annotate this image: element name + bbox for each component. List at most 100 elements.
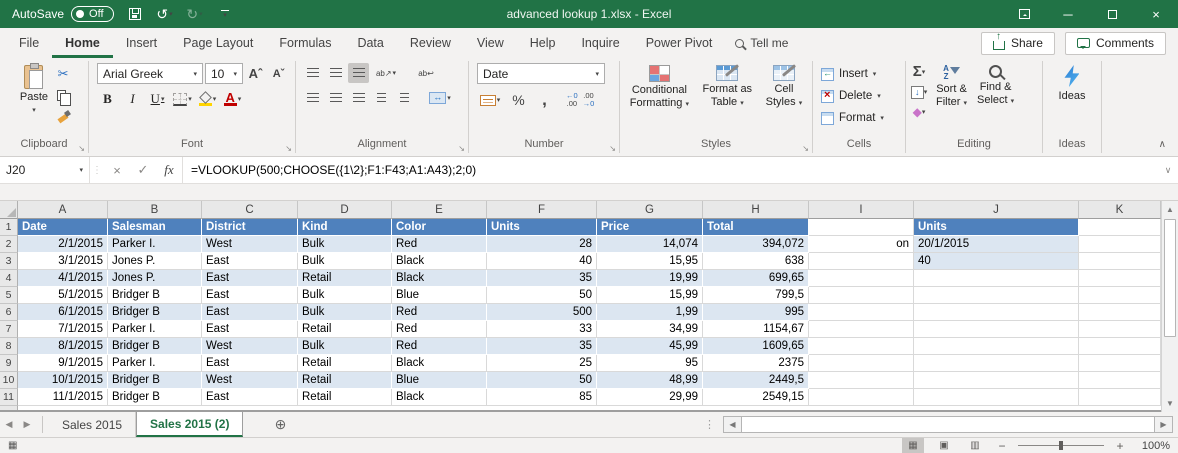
- redo-button[interactable]: ↻ ▾: [186, 4, 204, 24]
- sheet-nav-prev-button[interactable]: ◀: [0, 412, 18, 437]
- cell-D3[interactable]: Bulk: [298, 253, 392, 270]
- cell-E3[interactable]: Black: [392, 253, 487, 270]
- zoom-slider-thumb[interactable]: [1059, 441, 1064, 450]
- number-format-combo[interactable]: Date ▾: [477, 63, 605, 84]
- cell-A7[interactable]: 7/1/2015: [18, 321, 108, 338]
- cell-H11[interactable]: 2549,15: [703, 389, 809, 406]
- cell-K8[interactable]: [1079, 338, 1161, 355]
- minimize-button[interactable]: ─: [1046, 0, 1090, 28]
- cell-F1[interactable]: Units: [487, 219, 597, 236]
- top-align-button[interactable]: [302, 63, 323, 83]
- view-page-break-button[interactable]: ▥: [964, 438, 986, 453]
- cell-G7[interactable]: 34,99: [597, 321, 703, 338]
- cell-C2[interactable]: West: [202, 236, 298, 253]
- vertical-scrollbar-thumb[interactable]: [1164, 219, 1176, 337]
- cell-B8[interactable]: Bridger B: [108, 338, 202, 355]
- tab-data[interactable]: Data: [344, 28, 396, 58]
- clear-button[interactable]: ◆ ▾: [910, 103, 928, 121]
- cell-J2[interactable]: 20/1/2015: [914, 236, 1079, 253]
- cell-C5[interactable]: East: [202, 287, 298, 304]
- row-header-11[interactable]: 11: [0, 389, 18, 406]
- cell-A9[interactable]: 9/1/2015: [18, 355, 108, 372]
- cell-F10[interactable]: 50: [487, 372, 597, 389]
- cell-B11[interactable]: Bridger B: [108, 389, 202, 406]
- cell-G4[interactable]: 19,99: [597, 270, 703, 287]
- row-header-1[interactable]: 1: [0, 219, 18, 236]
- cell-A5[interactable]: 5/1/2015: [18, 287, 108, 304]
- cell-H1[interactable]: Total: [703, 219, 809, 236]
- vertical-scrollbar[interactable]: ▲ ▼: [1161, 201, 1178, 412]
- row-header-7[interactable]: 7: [0, 321, 18, 338]
- cell-I4[interactable]: [809, 270, 914, 287]
- name-box[interactable]: J20 ▾: [0, 157, 90, 183]
- cell-K4[interactable]: [1079, 270, 1161, 287]
- format-as-table-button[interactable]: Format as Table ▾: [699, 63, 757, 112]
- cell-J7[interactable]: [914, 321, 1079, 338]
- cell-F8[interactable]: 35: [487, 338, 597, 355]
- row-header-2[interactable]: 2: [0, 236, 18, 253]
- underline-button[interactable]: U ▾: [147, 89, 168, 109]
- cell-I3[interactable]: [809, 253, 914, 270]
- cell-H10[interactable]: 2449,5: [703, 372, 809, 389]
- middle-align-button[interactable]: [325, 63, 346, 83]
- cell-G3[interactable]: 15,95: [597, 253, 703, 270]
- bottom-align-button[interactable]: [348, 63, 369, 83]
- cell-B4[interactable]: Jones P.: [108, 270, 202, 287]
- font-dialog-launcher[interactable]: ↘: [285, 144, 292, 153]
- cell-H6[interactable]: 995: [703, 304, 809, 321]
- tab-inquire[interactable]: Inquire: [568, 28, 632, 58]
- tab-file[interactable]: File: [6, 28, 52, 58]
- font-color-button[interactable]: A ▾: [222, 89, 243, 109]
- zoom-in-button[interactable]: +: [1113, 439, 1127, 453]
- formula-input[interactable]: =VLOOKUP(500;CHOOSE({1\2};F1:F43;A1:A43)…: [182, 157, 1158, 183]
- cell-D2[interactable]: Bulk: [298, 236, 392, 253]
- clipboard-dialog-launcher[interactable]: ↘: [78, 144, 85, 153]
- font-name-combo[interactable]: Arial Greek ▾: [97, 63, 203, 84]
- font-size-combo[interactable]: 10 ▾: [205, 63, 243, 84]
- sort-filter-button[interactable]: AZ Sort & Filter ▾: [932, 63, 971, 112]
- row-header-6[interactable]: 6: [0, 304, 18, 321]
- zoom-level[interactable]: 100%: [1136, 440, 1170, 452]
- cell-C4[interactable]: East: [202, 270, 298, 287]
- cell-H5[interactable]: 799,5: [703, 287, 809, 304]
- select-all-corner[interactable]: [0, 201, 18, 219]
- cell-F11[interactable]: 85: [487, 389, 597, 406]
- cell-A2[interactable]: 2/1/2015: [18, 236, 108, 253]
- cell-A1[interactable]: Date: [18, 219, 108, 236]
- cell-K7[interactable]: [1079, 321, 1161, 338]
- add-sheet-button[interactable]: ⊕: [267, 412, 293, 437]
- merge-center-button[interactable]: ▾: [425, 88, 455, 108]
- cell-I8[interactable]: [809, 338, 914, 355]
- autosum-button[interactable]: Σ ▾: [910, 63, 928, 81]
- cell-G10[interactable]: 48,99: [597, 372, 703, 389]
- cut-button[interactable]: ✂: [54, 65, 72, 83]
- cell-J3[interactable]: 40: [914, 253, 1079, 270]
- cell-F3[interactable]: 40: [487, 253, 597, 270]
- cell-H7[interactable]: 1154,67: [703, 321, 809, 338]
- column-header-D[interactable]: D: [298, 201, 392, 219]
- cell-I5[interactable]: [809, 287, 914, 304]
- percent-style-button[interactable]: %: [508, 90, 529, 110]
- customize-quick-access-button[interactable]: ▾: [216, 4, 234, 24]
- cell-H2[interactable]: 394,072: [703, 236, 809, 253]
- cell-G5[interactable]: 15,99: [597, 287, 703, 304]
- cell-B5[interactable]: Bridger B: [108, 287, 202, 304]
- undo-button[interactable]: ↺ ▾: [156, 4, 174, 24]
- number-dialog-launcher[interactable]: ↘: [609, 144, 616, 153]
- formula-enter-button[interactable]: ✓: [130, 157, 156, 183]
- tab-page-layout[interactable]: Page Layout: [170, 28, 266, 58]
- row-header-9[interactable]: 9: [0, 355, 18, 372]
- cell-B2[interactable]: Parker I.: [108, 236, 202, 253]
- share-button[interactable]: Share: [980, 31, 1055, 55]
- save-button[interactable]: [126, 4, 144, 24]
- column-header-C[interactable]: C: [202, 201, 298, 219]
- column-header-G[interactable]: G: [597, 201, 703, 219]
- comma-style-button[interactable]: ,: [534, 90, 555, 110]
- tab-home[interactable]: Home: [52, 28, 113, 58]
- paste-button[interactable]: Paste ▾: [16, 63, 52, 119]
- cell-F2[interactable]: 28: [487, 236, 597, 253]
- fill-button[interactable]: ↓ ▾: [910, 83, 928, 101]
- cell-G9[interactable]: 95: [597, 355, 703, 372]
- zoom-out-button[interactable]: −: [995, 439, 1009, 453]
- cell-D6[interactable]: Bulk: [298, 304, 392, 321]
